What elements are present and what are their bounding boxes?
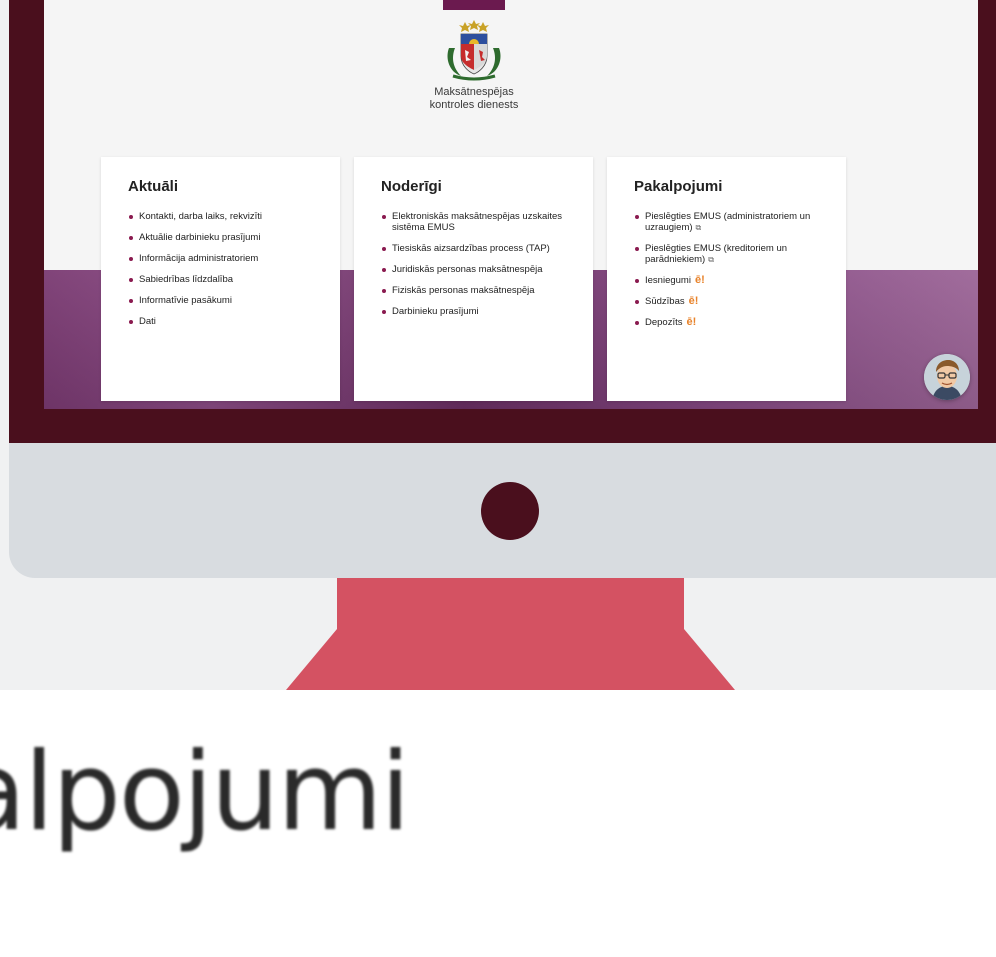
external-link-icon: ⧉ [708,255,714,264]
list-item-link-iesniegumi[interactable]: Iesniegumi ē! [634,275,834,286]
card-title: Noderīgi [381,178,442,195]
list-item-link[interactable]: Fiziskās personas maksātnespēja [381,285,581,296]
top-accent-tab [443,0,505,10]
list-item-link[interactable]: Kontakti, darba laiks, rekvizīti [128,211,328,222]
card-pakalpojumi: Pakalpojumi Pieslēgties EMUS (administra… [607,157,846,401]
card-title: Pakalpojumi [634,178,723,195]
link-list: Pieslēgties EMUS (administratoriem un uz… [634,211,834,328]
link-list: Kontakti, darba laiks, rekvizīti Aktuāli… [128,211,328,327]
list-item-link-sudzibas[interactable]: Sūdzības ē! [634,296,834,307]
list-item-link[interactable]: Aktuālie darbinieku prasījumi [128,232,328,243]
list-item-link[interactable]: Darbinieku prasījumi [381,306,581,317]
list-item-link[interactable]: Informatīvie pasākumi [128,295,328,306]
list-item-link[interactable]: Sabiedrības līdzdalība [128,274,328,285]
list-item-link[interactable]: Elektroniskās maksātnespējas uzskaites s… [381,211,581,233]
card-aktuali: Aktuāli Kontakti, darba laiks, rekvizīti… [101,157,340,401]
organization-name-line1: Maksātnespējas [434,86,514,98]
link-label: Iesniegumi [645,275,691,286]
external-link-icon: ⧉ [695,223,702,232]
list-item-link[interactable]: Dati [128,316,328,327]
monitor-stand-neck [337,578,684,630]
link-list: Elektroniskās maksātnespējas uzskaites s… [381,211,581,317]
list-item-link-emus-admin[interactable]: Pieslēgties EMUS (administratoriem un uz… [634,211,834,233]
list-item-link-depozits[interactable]: Depozīts ē! [634,317,834,328]
card-noderigi: Noderīgi Elektroniskās maksātnespējas uz… [354,157,593,401]
link-label: Sūdzības [645,296,685,307]
link-label: Pieslēgties EMUS (administratoriem un uz… [645,211,811,233]
monitor-screen: Maksātnespējas kontroles dienests Aktuāl… [44,0,978,409]
link-label: Pieslēgties EMUS (kreditoriem un parādni… [645,243,788,265]
monitor-power-button [481,482,539,540]
list-item-link[interactable]: Tiesiskās aizsardzības process (TAP) [381,243,581,254]
assistant-avatar-icon [924,354,970,400]
card-title: Aktuāli [128,178,179,195]
zoomed-section-title: alpojumi [0,730,410,855]
list-item-link[interactable]: Informācija administratoriem [128,253,328,264]
organization-name-line2: kontroles dienests [429,99,519,111]
organization-name: Maksātnespējas kontroles dienests [374,86,574,112]
list-item-link[interactable]: Juridiskās personas maksātnespēja [381,264,581,275]
e-service-icon: ē! [686,316,697,328]
link-label: Depozīts [645,317,683,328]
e-service-icon: ē! [688,295,699,307]
assistant-avatar-button[interactable] [924,354,970,400]
list-item-link-emus-creditors[interactable]: Pieslēgties EMUS (kreditoriem un parādni… [634,243,834,265]
e-service-icon: ē! [694,274,705,286]
coat-of-arms-icon[interactable] [439,18,509,82]
monitor-stand-base [286,629,735,690]
